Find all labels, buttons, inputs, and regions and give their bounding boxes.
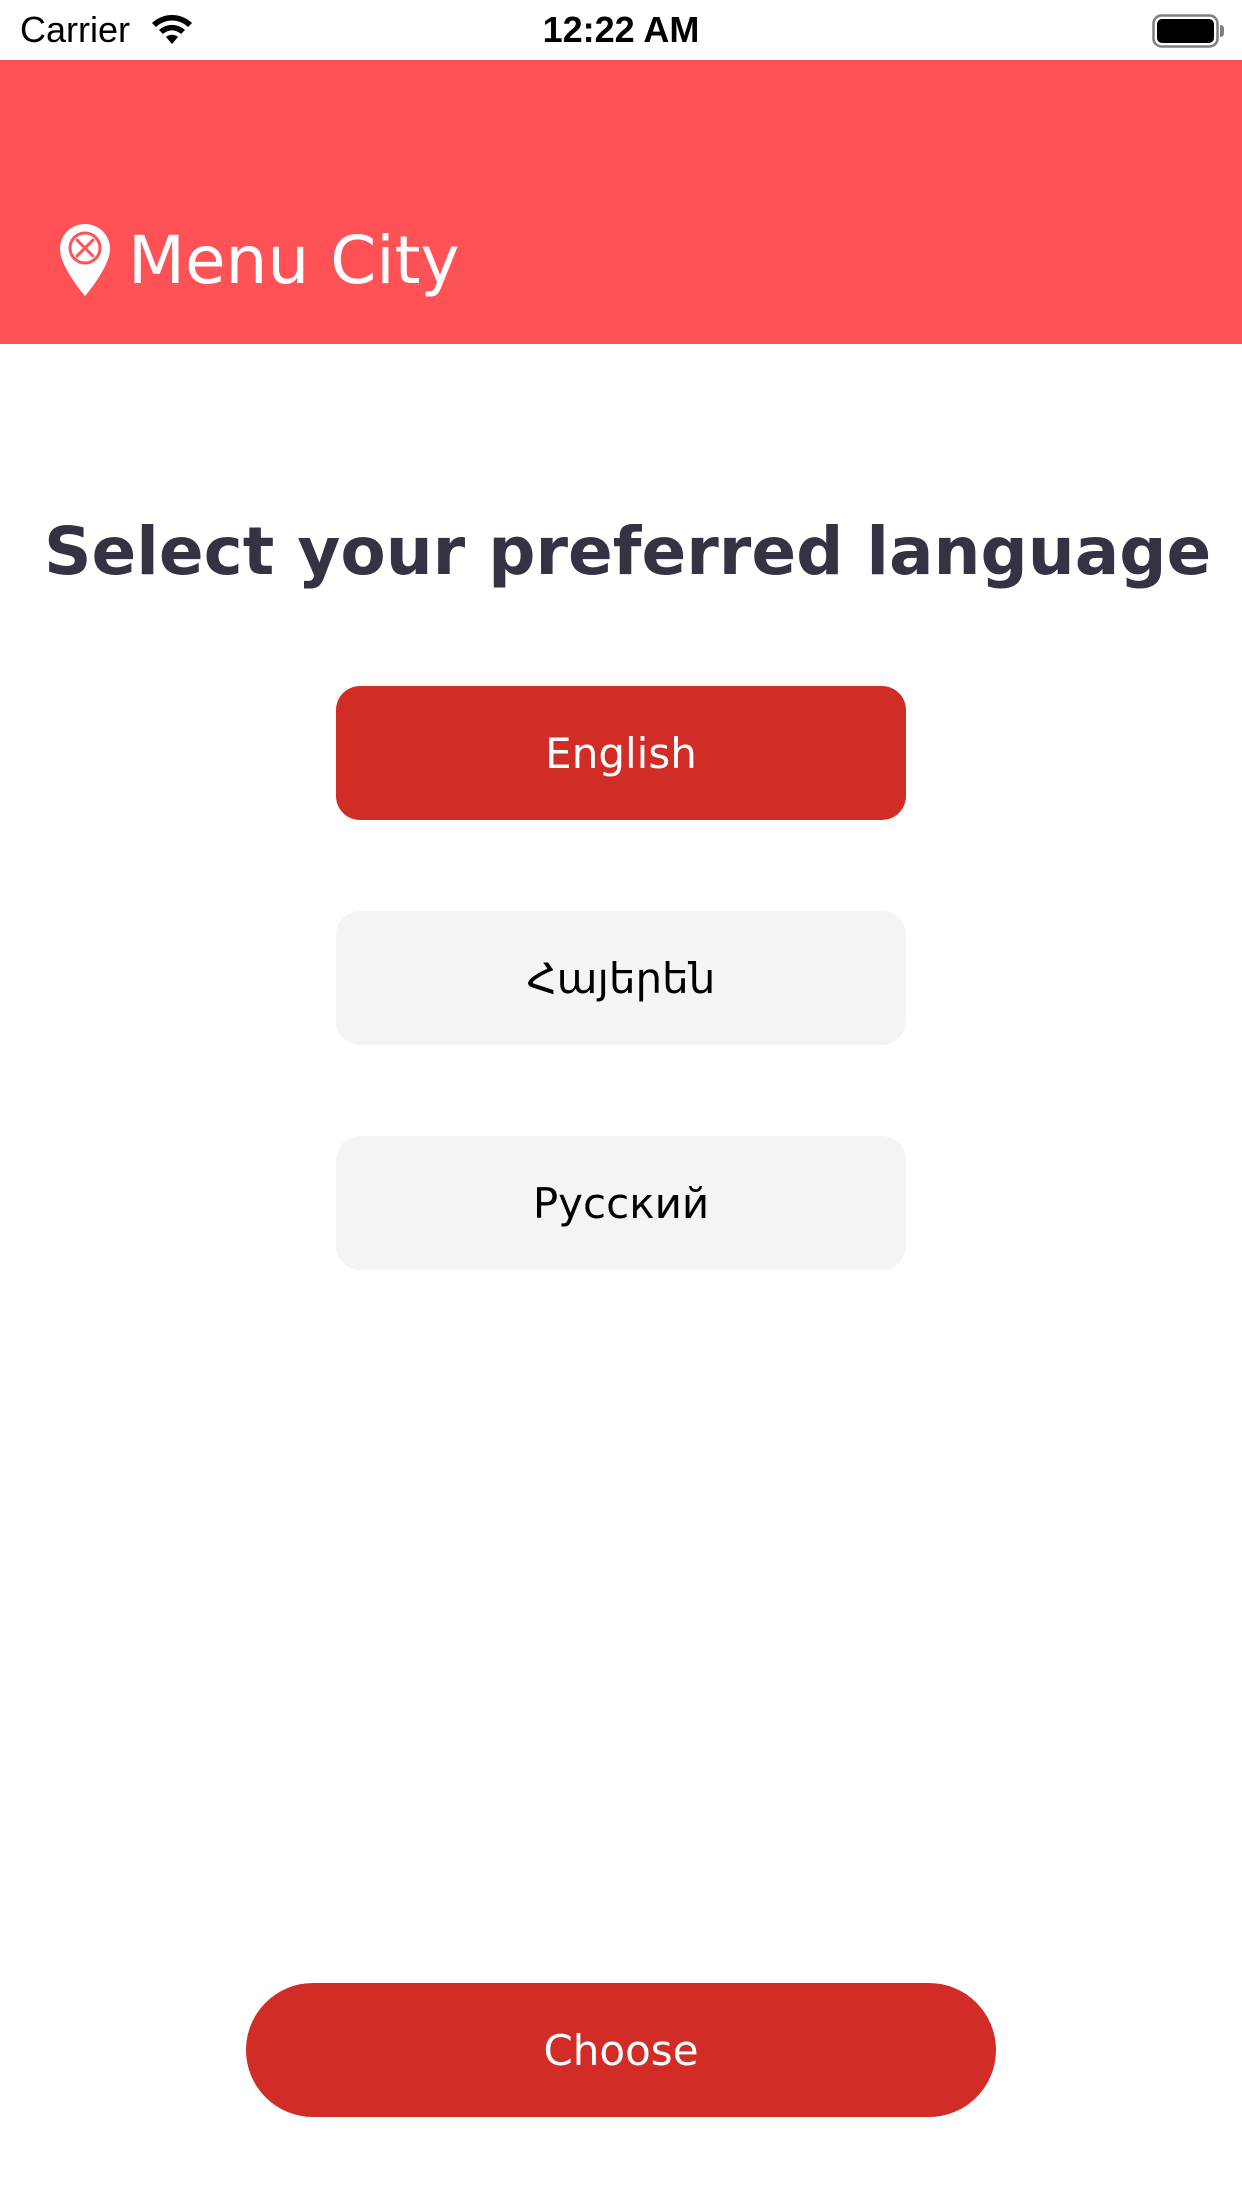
map-pin-fork-knife-icon (60, 224, 110, 296)
language-option-label: English (545, 728, 697, 778)
status-bar: Carrier 12:22 AM (0, 0, 1242, 60)
battery-icon (1152, 14, 1224, 48)
language-option-english[interactable]: English (336, 686, 906, 820)
choose-button-label: Choose (543, 2025, 699, 2075)
language-option-label: Русский (532, 1178, 710, 1228)
language-option-armenian[interactable]: Հայերեն (336, 911, 906, 1045)
choose-button[interactable]: Choose (246, 1983, 996, 2117)
language-option-russian[interactable]: Русский (336, 1136, 906, 1270)
brand: Menu City (58, 210, 460, 310)
app-title: Menu City (128, 221, 460, 299)
status-time: 12:22 AM (542, 9, 700, 50)
app-header: Menu City (0, 60, 1242, 344)
page-title: Select your preferred language (44, 513, 1212, 590)
language-option-label: Հայերեն (526, 953, 716, 1003)
